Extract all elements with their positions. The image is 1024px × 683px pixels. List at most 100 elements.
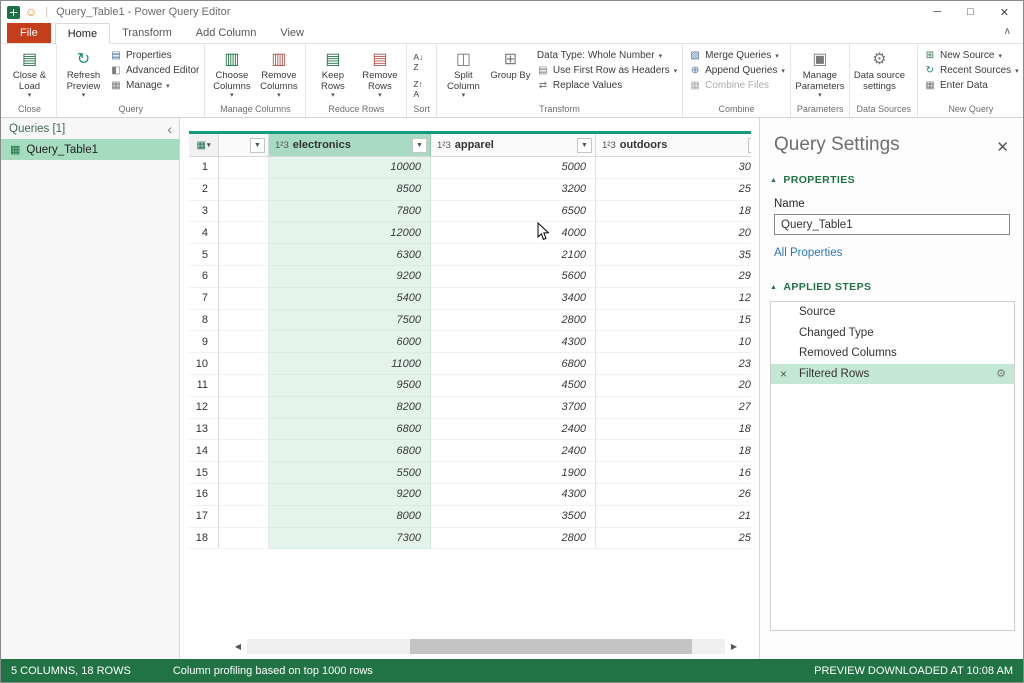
filter-dropdown-button[interactable]: ▼: [748, 138, 751, 153]
data-cell[interactable]: 9200: [269, 484, 431, 506]
column-header-electronics[interactable]: 1²3 electronics ▼: [269, 134, 431, 157]
row-number-cell[interactable]: 18: [189, 528, 219, 550]
row-number-cell[interactable]: 5: [189, 244, 219, 266]
data-cell[interactable]: 160: [596, 462, 751, 484]
row-number-cell[interactable]: 4: [189, 222, 219, 244]
horizontal-scrollbar[interactable]: ◀ ▶: [229, 639, 743, 654]
data-cell[interactable]: 5400: [269, 288, 431, 310]
row-number-cell[interactable]: 15: [189, 462, 219, 484]
applied-step[interactable]: Removed Columns: [771, 343, 1014, 364]
column-header-outdoors[interactable]: 1²3 outdoors ▼: [596, 134, 751, 157]
data-cell[interactable]: 200: [596, 222, 751, 244]
data-cell[interactable]: 270: [596, 397, 751, 419]
data-cell[interactable]: 6800: [269, 419, 431, 441]
tab-add-column[interactable]: Add Column: [184, 23, 269, 43]
data-cell[interactable]: 3400: [431, 288, 596, 310]
column-header-blank[interactable]: ▼: [219, 134, 269, 157]
enter-data-button[interactable]: ▦ Enter Data: [924, 80, 1019, 91]
data-cell[interactable]: [219, 266, 269, 288]
tab-transform[interactable]: Transform: [110, 23, 184, 43]
collapse-panel-icon[interactable]: ‹: [167, 121, 172, 137]
row-number-cell[interactable]: 11: [189, 375, 219, 397]
data-cell[interactable]: 7300: [269, 528, 431, 550]
data-cell[interactable]: 150: [596, 310, 751, 332]
data-cell[interactable]: 7800: [269, 201, 431, 223]
data-cell[interactable]: 4500: [431, 375, 596, 397]
row-number-cell[interactable]: 12: [189, 397, 219, 419]
data-cell[interactable]: [219, 288, 269, 310]
data-cell[interactable]: 6800: [431, 353, 596, 375]
data-cell[interactable]: 300: [596, 157, 751, 179]
data-cell[interactable]: [219, 462, 269, 484]
data-cell[interactable]: 3200: [431, 179, 596, 201]
delete-step-icon[interactable]: ×: [780, 368, 787, 380]
data-cell[interactable]: [219, 484, 269, 506]
data-cell[interactable]: 250: [596, 528, 751, 550]
data-cell[interactable]: 6800: [269, 440, 431, 462]
data-cell[interactable]: [219, 331, 269, 353]
data-cell[interactable]: 260: [596, 484, 751, 506]
file-tab[interactable]: File: [7, 23, 51, 43]
data-cell[interactable]: 200: [596, 375, 751, 397]
feedback-smiley-icon[interactable]: ☺: [25, 6, 37, 18]
data-cell[interactable]: 4000: [431, 222, 596, 244]
row-number-cell[interactable]: 17: [189, 506, 219, 528]
data-cell[interactable]: 3500: [431, 506, 596, 528]
data-cell[interactable]: 8200: [269, 397, 431, 419]
all-properties-link[interactable]: All Properties: [774, 247, 842, 259]
row-number-cell[interactable]: 3: [189, 201, 219, 223]
data-cell[interactable]: 4300: [431, 331, 596, 353]
applied-step[interactable]: ×Filtered Rows⚙: [771, 364, 1014, 385]
applied-step[interactable]: Source: [771, 302, 1014, 323]
data-source-settings-button[interactable]: ⚙ Data source settings: [853, 46, 905, 92]
data-cell[interactable]: [219, 440, 269, 462]
row-number-cell[interactable]: 16: [189, 484, 219, 506]
data-cell[interactable]: 350: [596, 244, 751, 266]
append-queries-button[interactable]: ⊕ Append Queries ▾: [689, 65, 785, 76]
close-and-load-button[interactable]: ▤ Close & Load ▾: [6, 46, 53, 100]
data-cell[interactable]: 5600: [431, 266, 596, 288]
scrollbar-track[interactable]: [247, 639, 725, 654]
data-cell[interactable]: [219, 157, 269, 179]
row-number-cell[interactable]: 13: [189, 419, 219, 441]
close-button[interactable]: ✕: [1000, 6, 1009, 19]
data-cell[interactable]: 180: [596, 440, 751, 462]
data-cell[interactable]: 6500: [431, 201, 596, 223]
group-by-button[interactable]: ⊞ Group By: [487, 46, 534, 82]
new-source-button[interactable]: ⊞ New Source ▾: [924, 50, 1019, 61]
data-cell[interactable]: 1900: [431, 462, 596, 484]
data-type-button[interactable]: Data Type: Whole Number ▾: [537, 50, 677, 61]
applied-step[interactable]: Changed Type: [771, 323, 1014, 344]
data-cell[interactable]: [219, 201, 269, 223]
status-profiling-info[interactable]: Column profiling based on top 1000 rows: [173, 665, 373, 677]
data-cell[interactable]: 5500: [269, 462, 431, 484]
data-cell[interactable]: 100: [596, 331, 751, 353]
data-cell[interactable]: 3700: [431, 397, 596, 419]
data-cell[interactable]: 7500: [269, 310, 431, 332]
row-number-cell[interactable]: 14: [189, 440, 219, 462]
data-cell[interactable]: 2800: [431, 528, 596, 550]
refresh-preview-button[interactable]: ↻ Refresh Preview ▾: [60, 46, 107, 100]
data-cell[interactable]: 250: [596, 179, 751, 201]
scroll-right-arrow[interactable]: ▶: [725, 642, 743, 651]
column-header-apparel[interactable]: 1²3 apparel ▼: [431, 134, 596, 157]
collapse-ribbon-icon[interactable]: ∧: [1004, 26, 1011, 37]
sort-ascending-icon[interactable]: A↓Z: [413, 52, 423, 72]
data-cell[interactable]: [219, 397, 269, 419]
sort-descending-icon[interactable]: Z↑A: [413, 79, 423, 99]
advanced-editor-button[interactable]: ◧ Advanced Editor: [110, 65, 199, 76]
row-number-cell[interactable]: 2: [189, 179, 219, 201]
data-cell[interactable]: 4300: [431, 484, 596, 506]
data-cell[interactable]: 180: [596, 419, 751, 441]
recent-sources-button[interactable]: ↻ Recent Sources ▾: [924, 65, 1019, 76]
step-settings-gear-icon[interactable]: ⚙: [996, 367, 1006, 380]
scrollbar-thumb[interactable]: [410, 639, 692, 654]
filter-dropdown-button[interactable]: ▼: [577, 138, 592, 153]
row-number-cell[interactable]: 6: [189, 266, 219, 288]
split-column-button[interactable]: ◫ Split Column ▾: [440, 46, 487, 100]
tab-home[interactable]: Home: [55, 23, 110, 44]
filter-dropdown-button[interactable]: ▼: [250, 138, 265, 153]
row-number-cell[interactable]: 8: [189, 310, 219, 332]
data-cell[interactable]: 6300: [269, 244, 431, 266]
data-cell[interactable]: [219, 244, 269, 266]
